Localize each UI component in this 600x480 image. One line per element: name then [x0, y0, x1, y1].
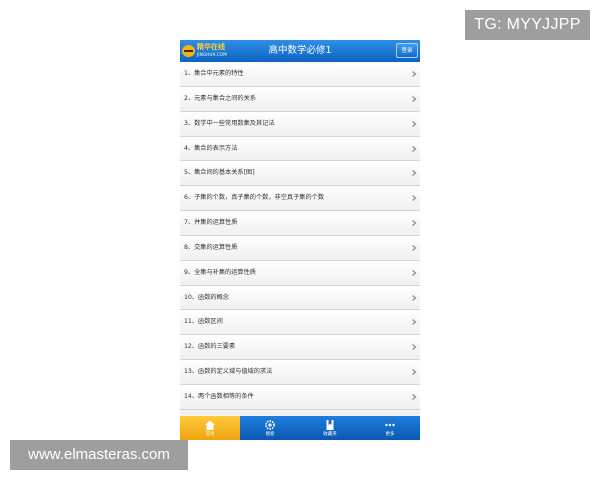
list-item-label: 14、两个函数相等的条件: [184, 392, 254, 400]
tab-home[interactable]: 首页: [180, 416, 240, 440]
list-item[interactable]: 10、函数的概念: [180, 285, 420, 311]
list-item[interactable]: 9、全集与补集的运算性质: [180, 260, 420, 286]
list-item-label: 5、集合间的基本关系[图]: [184, 169, 255, 177]
list-item-label: 4、集合的表示方法: [184, 144, 238, 152]
tab-label: 首页: [205, 432, 215, 437]
page-title: 高中数学必修1: [268, 45, 332, 56]
chevron-right-icon: [412, 394, 417, 400]
chevron-right-icon: [412, 71, 417, 77]
app-logo[interactable]: 精华在线 JINGHUA.COM: [182, 43, 240, 60]
list-item-label: 8、交集的运算性质: [184, 243, 238, 251]
list-item[interactable]: 2、元素与集合之间的关系: [180, 86, 420, 112]
tab-label: 搜索: [265, 432, 275, 437]
bottom-tab-bar: 首页 搜索 收藏夹 更多: [180, 416, 420, 440]
list-item-label: 13、函数的定义域与值域的求法: [184, 368, 273, 376]
login-button[interactable]: 登录: [396, 43, 418, 58]
chevron-right-icon: [412, 244, 417, 251]
list-item[interactable]: 6、子集的个数，真子集的个数，非空真子集的个数: [180, 186, 420, 212]
watermark-bottom: www.elmasteras.com: [10, 440, 188, 470]
bookmark-icon: [326, 420, 334, 430]
topic-list: 1、集合中元素的特性 2、元素与集合之间的关系 3、数学中一些常用数集及其记法 4、集…: [180, 62, 420, 410]
chevron-right-icon: [412, 170, 417, 177]
home-icon: [205, 420, 215, 430]
list-item[interactable]: 1、集合中元素的特性: [180, 62, 420, 87]
list-item[interactable]: 3、数学中一些常用数集及其记法: [180, 111, 420, 137]
tab-search[interactable]: 搜索: [240, 416, 300, 440]
app-screen: 精华在线 JINGHUA.COM 高中数学必修1 登录 1、集合中元素的特性 2、…: [180, 40, 420, 440]
watermark-top: TG: MYYJJPP: [465, 10, 590, 40]
logo-icon: [182, 45, 195, 57]
list-item[interactable]: 7、并集的运算性质: [180, 211, 420, 236]
chevron-right-icon: [412, 344, 417, 351]
list-item-label: 7、并集的运算性质: [184, 219, 238, 227]
list-item[interactable]: 12、函数的三要素: [180, 335, 420, 361]
logo-text: 精华在线: [197, 43, 225, 51]
list-item[interactable]: 11、函数区间: [180, 310, 420, 336]
tab-label: 更多: [385, 432, 395, 437]
list-item[interactable]: 13、函数的定义域与值域的求法: [180, 360, 420, 385]
app-header: 精华在线 JINGHUA.COM 高中数学必修1 登录: [180, 40, 420, 62]
chevron-right-icon: [412, 269, 417, 276]
more-icon: [385, 423, 395, 427]
gear-icon: [265, 420, 275, 430]
chevron-right-icon: [412, 120, 417, 127]
list-item[interactable]: 8、交集的运算性质: [180, 235, 420, 261]
list-item-label: 11、函数区间: [184, 318, 223, 326]
list-item-label: 6、子集的个数，真子集的个数，非空真子集的个数: [184, 194, 325, 202]
chevron-right-icon: [412, 220, 417, 227]
list-item-label: 12、函数的三要素: [184, 343, 236, 351]
tab-more[interactable]: 更多: [360, 416, 420, 440]
list-item-label: 2、元素与集合之间的关系: [184, 94, 256, 102]
list-item-label: 10、函数的概念: [184, 293, 229, 301]
chevron-right-icon: [412, 369, 417, 376]
chevron-right-icon: [412, 95, 417, 102]
logo-domain: JINGHUA.COM: [197, 52, 227, 57]
chevron-right-icon: [412, 195, 417, 202]
chevron-right-icon: [412, 145, 417, 152]
list-item-label: 9、全集与补集的运算性质: [184, 268, 256, 276]
list-item-label: 1、集合中元素的特性: [184, 70, 244, 77]
chevron-right-icon: [412, 319, 417, 326]
list-item[interactable]: 5、集合间的基本关系[图]: [180, 161, 420, 187]
list-item[interactable]: 4、集合的表示方法: [180, 136, 420, 162]
list-item[interactable]: 14、两个函数相等的条件: [180, 384, 420, 410]
list-item-label: 3、数学中一些常用数集及其记法: [184, 119, 275, 127]
tab-favorites[interactable]: 收藏夹: [300, 416, 360, 440]
chevron-right-icon: [412, 294, 417, 301]
tab-label: 收藏夹: [323, 432, 337, 437]
